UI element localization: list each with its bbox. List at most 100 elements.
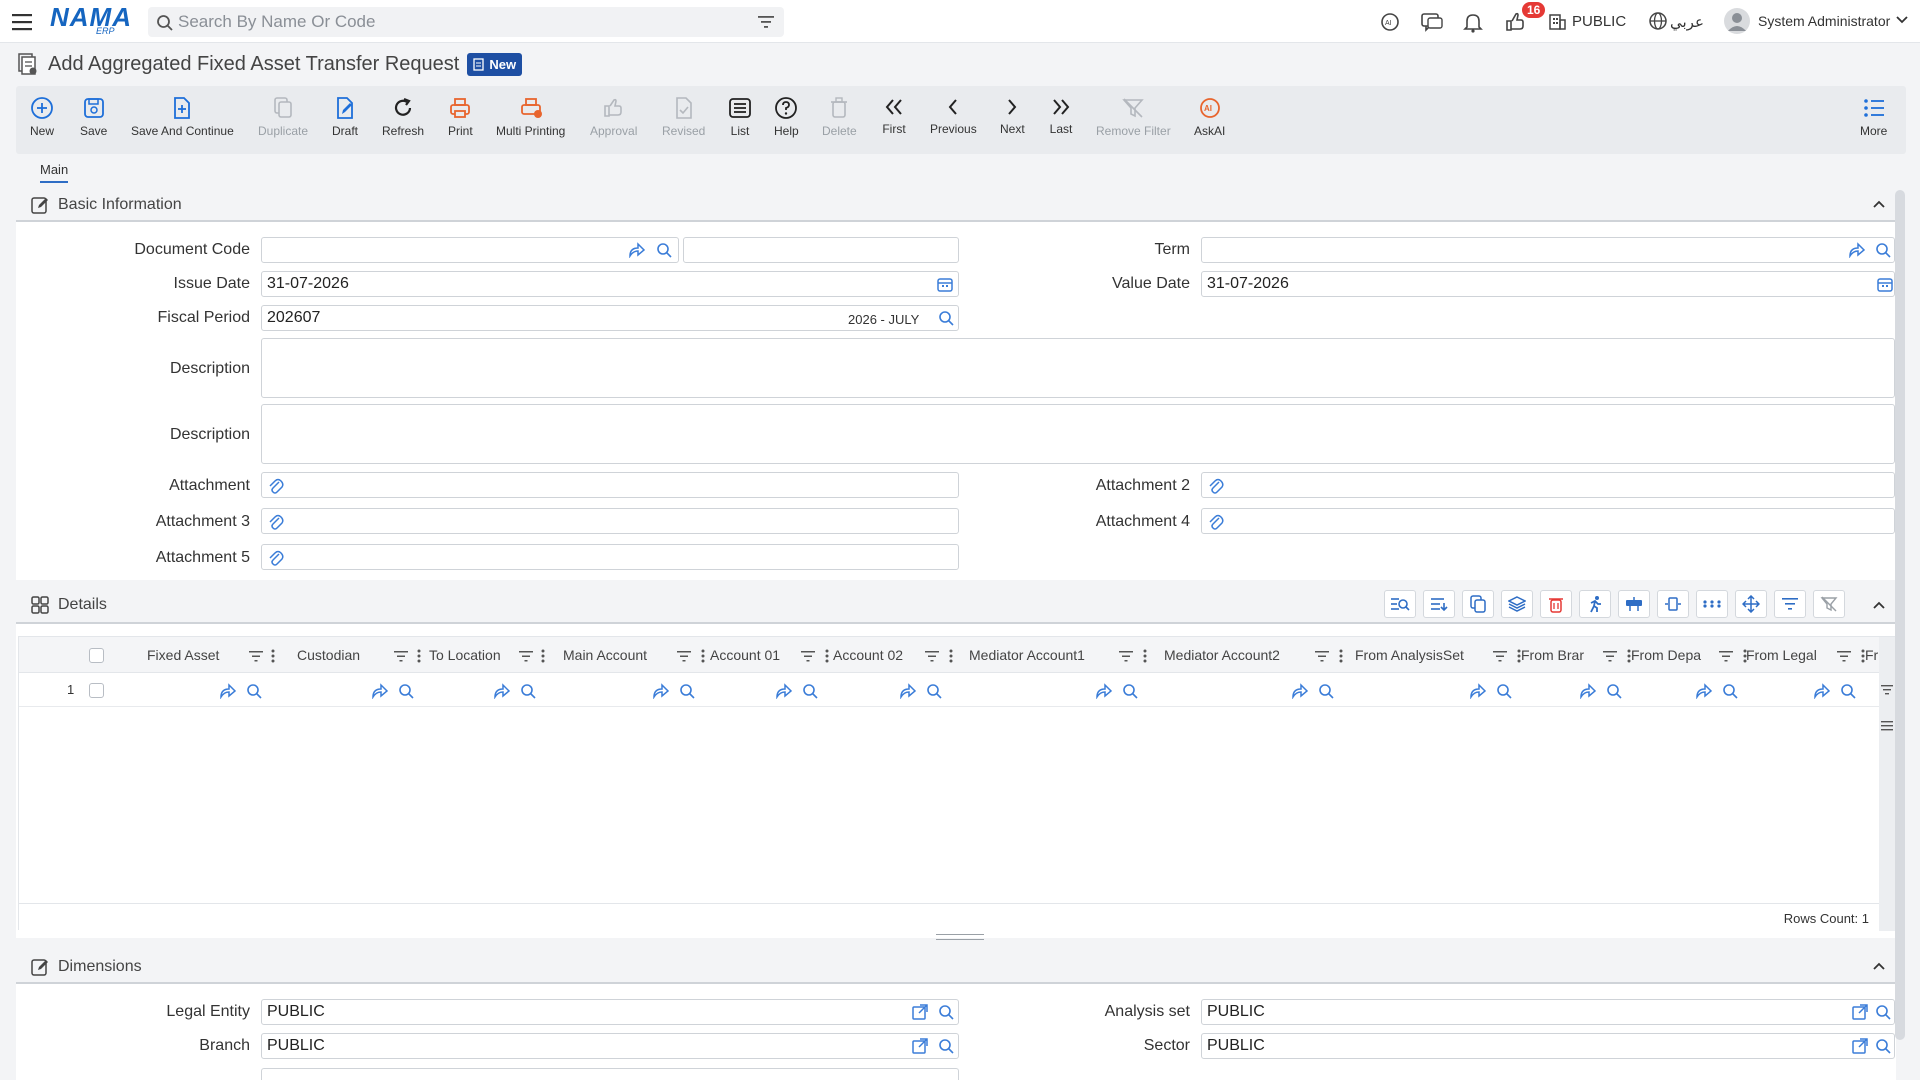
cell-lookup-search-icon[interactable] xyxy=(678,682,696,700)
column-menu-icon[interactable] xyxy=(541,649,545,663)
copy-row-button[interactable] xyxy=(1462,590,1494,618)
last-button[interactable]: Last xyxy=(1049,96,1073,136)
move-button[interactable] xyxy=(1735,590,1767,618)
cell-lookup-search-icon[interactable] xyxy=(1839,682,1857,700)
column-header[interactable]: Account 01 xyxy=(710,647,780,663)
sector-input[interactable]: PUBLIC xyxy=(1201,1033,1895,1059)
print-button[interactable]: Print xyxy=(448,96,473,138)
collapse-icon[interactable] xyxy=(1872,961,1886,971)
external-link-icon[interactable] xyxy=(912,1038,928,1054)
analysis-set-input[interactable]: PUBLIC xyxy=(1201,999,1895,1025)
company-name[interactable]: PUBLIC xyxy=(1572,13,1626,30)
column-header[interactable]: Main Account xyxy=(563,647,647,663)
chat-icon[interactable] xyxy=(1420,11,1444,33)
fit-columns-button[interactable] xyxy=(1657,590,1689,618)
column-filter-icon[interactable] xyxy=(1837,651,1851,662)
user-name[interactable]: System Administrator xyxy=(1758,13,1890,29)
column-menu-icon[interactable] xyxy=(825,649,829,663)
attachment-input[interactable] xyxy=(261,472,959,498)
cell-open-link-icon[interactable] xyxy=(1579,683,1597,699)
help-button[interactable]: Help xyxy=(774,96,799,138)
details-header[interactable]: Details xyxy=(16,588,1896,624)
run-button[interactable] xyxy=(1579,590,1611,618)
attachment5-input[interactable] xyxy=(261,544,959,570)
column-header[interactable]: To Location xyxy=(429,647,501,663)
company-icon[interactable] xyxy=(1548,11,1566,31)
table-row[interactable]: 1 xyxy=(19,673,1879,707)
cell-lookup-search-icon[interactable] xyxy=(245,682,263,700)
approval-button[interactable]: Approval xyxy=(590,96,637,138)
refresh-button[interactable]: Refresh xyxy=(382,96,424,138)
freeze-columns-button[interactable] xyxy=(1618,590,1650,618)
cell-lookup-search-icon[interactable] xyxy=(1317,682,1335,700)
column-menu-icon[interactable] xyxy=(1339,649,1343,663)
language-switch[interactable]: عربي xyxy=(1670,13,1704,31)
external-link-icon[interactable] xyxy=(912,1004,928,1020)
column-filter-icon[interactable] xyxy=(677,651,691,662)
column-menu-icon[interactable] xyxy=(1143,649,1147,663)
new-button[interactable]: New xyxy=(30,96,54,138)
global-search[interactable]: Search By Name Or Code xyxy=(148,7,784,37)
column-header[interactable]: From Depa xyxy=(1631,647,1701,663)
lookup-search-icon[interactable] xyxy=(1874,241,1892,259)
calendar-icon[interactable] xyxy=(937,276,953,292)
document-code-name-input[interactable] xyxy=(683,237,959,263)
column-filter-icon[interactable] xyxy=(1493,651,1507,662)
legal-entity-input[interactable]: PUBLIC xyxy=(261,999,959,1025)
previous-button[interactable]: Previous xyxy=(930,96,977,136)
value-date-input[interactable]: 31-07-2026 xyxy=(1201,271,1895,297)
hamburger-menu-icon[interactable] xyxy=(12,12,36,32)
column-menu-icon[interactable] xyxy=(1861,649,1865,663)
cell-open-link-icon[interactable] xyxy=(371,683,389,699)
column-menu-icon[interactable] xyxy=(271,649,275,663)
cell-open-link-icon[interactable] xyxy=(1695,683,1713,699)
avatar[interactable] xyxy=(1724,8,1750,34)
draft-button[interactable]: Draft xyxy=(332,96,358,138)
resize-handle[interactable] xyxy=(936,934,984,940)
column-menu-icon[interactable] xyxy=(1743,649,1747,663)
cell-open-link-icon[interactable] xyxy=(1291,683,1309,699)
dimensions-header[interactable]: Dimensions xyxy=(16,952,1896,984)
external-link-icon[interactable] xyxy=(1852,1038,1868,1054)
column-menu-icon[interactable] xyxy=(417,649,421,663)
revised-button[interactable]: Revised xyxy=(662,96,705,138)
tab-main[interactable]: Main xyxy=(40,162,69,183)
column-header[interactable]: Fixed Asset xyxy=(147,647,219,663)
cell-open-link-icon[interactable] xyxy=(1095,683,1113,699)
lookup-search-icon[interactable] xyxy=(937,1037,955,1055)
cell-lookup-search-icon[interactable] xyxy=(1721,682,1739,700)
external-link-icon[interactable] xyxy=(1852,1004,1868,1020)
cell-open-link-icon[interactable] xyxy=(1813,683,1831,699)
cell-open-link-icon[interactable] xyxy=(775,683,793,699)
clear-filter-button[interactable] xyxy=(1813,590,1845,618)
lookup-search-icon[interactable] xyxy=(937,1003,955,1021)
column-filter-icon[interactable] xyxy=(394,651,408,662)
cell-open-link-icon[interactable] xyxy=(899,683,917,699)
document-code-input[interactable] xyxy=(261,237,679,263)
cell-lookup-search-icon[interactable] xyxy=(1495,682,1513,700)
search-input[interactable]: Search By Name Or Code xyxy=(178,12,375,32)
nama-logo[interactable]: NAMA ERP xyxy=(50,4,131,38)
next-field-input[interactable] xyxy=(261,1068,959,1080)
collapse-icon[interactable] xyxy=(1872,600,1886,610)
cell-open-link-icon[interactable] xyxy=(652,683,670,699)
cell-lookup-search-icon[interactable] xyxy=(1121,682,1139,700)
branch-input[interactable]: PUBLIC xyxy=(261,1033,959,1059)
first-button[interactable]: First xyxy=(882,96,906,136)
open-link-icon[interactable] xyxy=(628,242,646,258)
column-header[interactable]: Mediator Account2 xyxy=(1164,647,1280,663)
delete-button[interactable]: Delete xyxy=(822,96,857,138)
column-header[interactable]: Mediator Account1 xyxy=(969,647,1085,663)
description2-textarea[interactable] xyxy=(261,404,1895,464)
column-menu-icon[interactable] xyxy=(949,649,953,663)
duplicate-button[interactable]: Duplicate xyxy=(258,96,308,138)
filter-icon[interactable] xyxy=(758,15,774,29)
multi-printing-button[interactable]: Multi Printing xyxy=(496,96,565,138)
description-textarea[interactable] xyxy=(261,338,1895,398)
more-dots-button[interactable] xyxy=(1696,590,1728,618)
askai-button[interactable]: AI AskAI xyxy=(1194,96,1225,138)
column-header[interactable]: Fr xyxy=(1865,647,1878,663)
column-header[interactable]: From AnalysisSet xyxy=(1355,647,1464,663)
attachment3-input[interactable] xyxy=(261,508,959,534)
globe-icon[interactable] xyxy=(1648,11,1668,31)
